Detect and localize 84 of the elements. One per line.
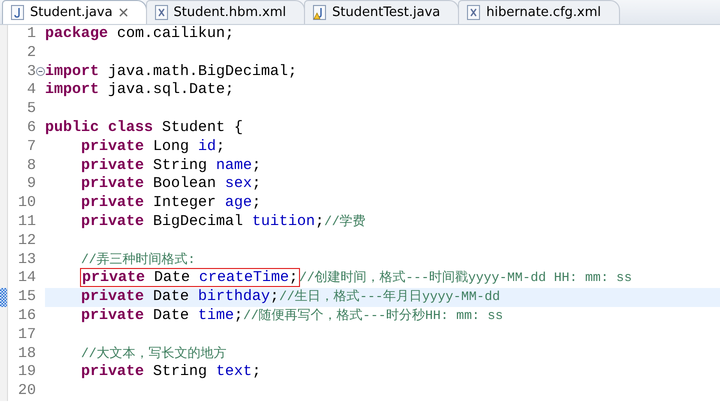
field-name: time xyxy=(198,306,234,324)
code-text: Date xyxy=(152,288,190,306)
field-name: tuition xyxy=(252,212,316,230)
collapse-icon[interactable] xyxy=(36,67,45,76)
editor-tab[interactable]: hibernate.cfg.xml xyxy=(458,0,620,24)
line-number: 16 xyxy=(16,306,36,326)
field-name: sex xyxy=(225,175,252,192)
code-text: ; xyxy=(252,363,262,380)
keyword: import xyxy=(45,62,100,80)
line-number: 7 xyxy=(26,138,36,157)
line-number: 14 xyxy=(16,269,36,288)
line-number: 18 xyxy=(16,344,36,364)
keyword: private xyxy=(81,363,144,380)
code-text: Long xyxy=(152,138,190,155)
keyword: private xyxy=(81,306,144,324)
code-text: BigDecimal xyxy=(152,212,244,230)
keyword: import xyxy=(45,81,100,98)
code-text: java.math.BigDecimal; xyxy=(107,62,298,80)
editor-tab[interactable]: Student.java xyxy=(2,0,147,24)
code-text: com.cailikun; xyxy=(116,25,234,42)
field-name: text xyxy=(216,363,252,380)
editor-tab[interactable]: Student.hbm.xml xyxy=(146,0,306,24)
keyword: private xyxy=(81,212,144,230)
line-number: 13 xyxy=(16,250,36,270)
java-file-icon xyxy=(11,5,24,20)
line-number: 10 xyxy=(16,194,36,213)
line-number: 6 xyxy=(26,118,36,138)
code-text: ; xyxy=(252,175,262,192)
code-comment: //生日，格式---年月日yyyy-MM-dd xyxy=(279,289,500,304)
code-text: ; xyxy=(252,156,262,174)
code-text: ; xyxy=(289,269,298,286)
line-number: 11 xyxy=(16,212,36,232)
close-icon[interactable] xyxy=(118,8,128,17)
keyword: private xyxy=(82,269,146,286)
keyword: public class xyxy=(45,118,154,136)
code-text: ; xyxy=(234,306,244,324)
line-number: 9 xyxy=(26,175,36,194)
code-text: ; xyxy=(270,288,280,306)
keyword: package xyxy=(45,25,108,42)
code-text: ; xyxy=(315,212,324,230)
code-text: String xyxy=(152,156,208,174)
keyword: private xyxy=(81,156,144,174)
line-number: 17 xyxy=(16,326,36,345)
code-text: Date xyxy=(152,306,190,324)
code-comment: //学费 xyxy=(324,214,366,229)
tab-label: StudentTest.java xyxy=(332,4,440,22)
code-text: ; xyxy=(216,138,226,155)
line-number: 3 xyxy=(26,62,36,82)
tab-label: Student.java xyxy=(30,4,113,22)
line-number: 2 xyxy=(26,44,36,63)
field-name: createTime xyxy=(199,269,290,286)
code-comment: //弄三种时间格式: xyxy=(81,252,196,267)
code-comment: //随便再写个，格式---时分秒HH: mm: ss xyxy=(243,308,504,323)
code-text: Boolean xyxy=(152,175,218,192)
code-text: String xyxy=(152,363,208,380)
line-number: 5 xyxy=(26,100,36,119)
line-number: 19 xyxy=(16,363,36,382)
code-comment: //创建时间，格式---时间戳yyyy-MM-dd HH: mm: ss xyxy=(299,270,632,286)
line-number: 8 xyxy=(26,156,36,176)
code-text: Student { xyxy=(161,118,244,136)
keyword: private xyxy=(81,138,144,155)
field-name: age xyxy=(225,194,252,212)
line-number: 15 xyxy=(16,288,36,307)
code-text: ; xyxy=(252,194,262,212)
tab-label: Student.hbm.xml xyxy=(174,4,286,22)
field-name: id xyxy=(198,138,216,155)
editor-tab[interactable]: StudentTest.java xyxy=(304,0,460,24)
line-number: 20 xyxy=(16,382,36,401)
code-comment: //大文本，写长文的地方 xyxy=(81,346,227,361)
line-number: 12 xyxy=(16,232,36,251)
code-text: java.sql.Date; xyxy=(107,81,234,98)
field-name: birthday xyxy=(198,288,270,306)
keyword: private xyxy=(81,288,144,306)
line-number: 4 xyxy=(26,81,36,100)
xml-file-icon xyxy=(467,5,480,20)
tab-label: hibernate.cfg.xml xyxy=(486,4,602,22)
field-name: name xyxy=(216,156,252,174)
code-text: Date xyxy=(153,269,192,286)
java-file-warning-icon xyxy=(313,5,326,20)
line-number: 1 xyxy=(26,25,36,44)
keyword: private xyxy=(81,194,144,212)
keyword: private xyxy=(81,175,144,192)
code-text: Integer xyxy=(152,194,218,212)
xml-file-icon xyxy=(154,5,168,20)
